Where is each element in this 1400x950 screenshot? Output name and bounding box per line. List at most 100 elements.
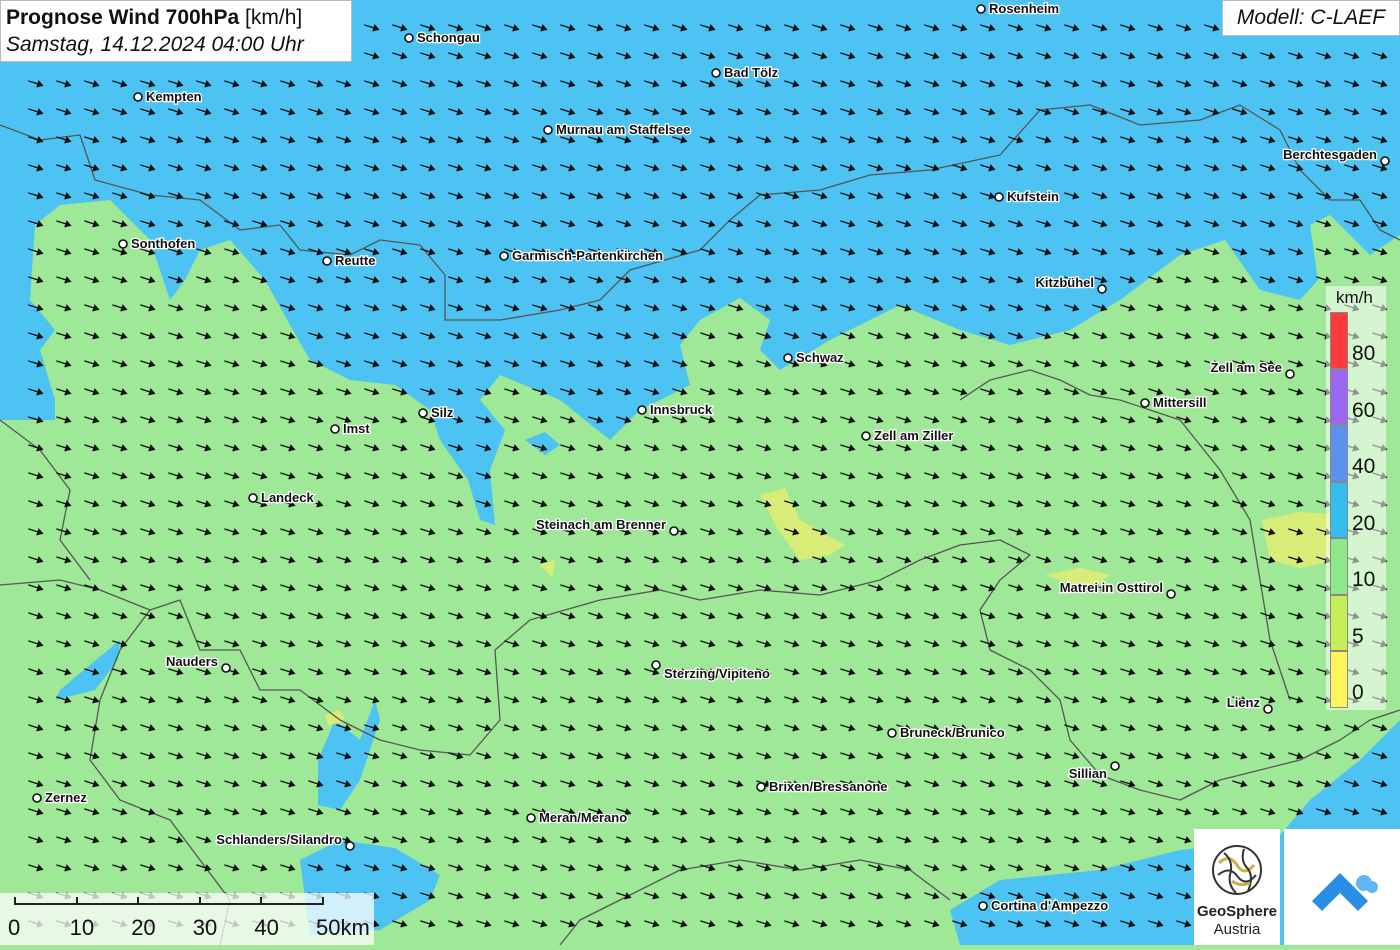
legend-swatch [1330,651,1348,708]
city-label: Garmisch-Partenkirchen [512,248,663,263]
city-label: Schongau [417,30,480,45]
city-dot [322,256,332,266]
geosphere-logo-line1: GeoSphere [1196,903,1278,920]
city-label: Murnau am Staffelsee [556,122,690,137]
city-dot [345,841,355,851]
geosphere-logo-line2: Austria [1213,921,1261,938]
legend-label: 40 [1352,455,1376,478]
city-dot [651,660,661,670]
scale-label: 50km [316,915,370,940]
city-label: Schlanders/Silandro [216,832,342,847]
city-dot [118,239,128,249]
scale-tick [14,897,16,905]
forecast-datetime: Samstag, 14.12.2024 04:00 Uhr [6,33,304,56]
city-label: Rosenheim [989,1,1059,16]
city-dot [887,728,897,738]
city-marker[interactable]: Cortina d'Ampezzo [978,897,1110,914]
city-dot [669,526,679,536]
city-dot [1285,369,1295,379]
city-dot [637,405,647,415]
scale-label: 0 [8,915,21,940]
city-marker[interactable]: Brixen/Bressanone [756,778,889,795]
city-dot [543,125,553,135]
city-marker[interactable]: Rosenheim [976,0,1060,17]
legend-swatch [1330,368,1348,425]
scale-label: 20 [131,915,156,940]
legend-label: 5 [1352,624,1364,648]
city-label: Steinach am Brenner [536,517,666,532]
city-label: Berchtesgaden [1283,147,1377,162]
city-label: Innsbruck [650,402,713,417]
city-label: Sonthofen [131,236,195,251]
city-label: Lienz [1227,695,1261,710]
city-marker[interactable]: Murnau am Staffelsee [543,121,692,138]
geosphere-austria-logo[interactable]: GeoSphere Austria [1194,829,1280,945]
city-dot [1380,156,1390,166]
city-label: Brixen/Bressanone [769,779,888,794]
scale-label: 30 [192,915,218,940]
legend-swatch [1330,594,1348,651]
city-dot [133,92,143,102]
city-marker[interactable]: Innsbruck [637,401,714,418]
geosphere-icon [1212,845,1262,895]
city-marker[interactable]: Schongau [404,29,481,46]
legend-color-bar [1330,312,1348,708]
city-dot [1097,284,1107,294]
city-dot [976,4,986,14]
map-title: Prognose Wind 700hPa [km/h] [6,4,346,31]
city-marker[interactable]: Meran/Merano [526,809,628,826]
legend-label: 0 [1352,681,1364,704]
city-label: Zell am Ziller [874,428,953,443]
city-label: Reutte [335,253,375,268]
weather-app-icon [1312,873,1378,911]
city-dot [861,431,871,441]
city-dot [978,901,988,911]
scale-tick [260,897,263,905]
city-dot [1140,398,1150,408]
scale-tick [75,897,78,905]
city-label: Zell am See [1210,360,1282,375]
scale-bar: 0 10 20 30 40 50km [0,893,374,945]
city-dot [32,793,42,803]
city-dot [499,251,509,261]
weather-app-logo[interactable] [1284,829,1400,945]
wind-map: Rosenheim Schongau Bad Tölz Kempten Murnau a… [0,0,1400,945]
legend-swatch [1330,538,1348,595]
city-dot [1263,704,1273,714]
legend-swatch [1330,481,1348,538]
color-legend: km/h 80 60 40 20 10 5 0 [1326,286,1386,710]
scale-tick [198,897,201,905]
map-title-box: Prognose Wind 700hPa [km/h] Samstag, 14.… [0,0,352,62]
legend-label: 60 [1352,398,1376,422]
city-marker[interactable]: Bruneck/Brunico [887,724,1006,741]
city-marker[interactable]: Sonthofen [118,235,197,252]
city-label: Nauders [166,654,218,669]
city-dot [330,424,340,434]
city-marker[interactable]: Garmisch-Partenkirchen [499,247,664,264]
city-label: Matrei in Osttirol [1060,580,1163,595]
city-label: Meran/Merano [539,810,627,825]
city-dot [404,33,414,43]
city-label: Kufstein [1007,189,1059,204]
city-dot [756,782,766,792]
scale-label: 40 [254,915,279,940]
city-dot [1166,589,1176,599]
scale-label: 10 [69,915,95,940]
city-label: Imst [343,421,370,436]
city-dot [1110,761,1120,771]
city-label: Silz [431,405,454,420]
scale-bar-line [14,903,322,905]
legend-unit: km/h [1336,288,1373,307]
city-dot [418,408,428,418]
legend-label: 10 [1352,568,1376,591]
scale-tick [322,897,324,905]
legend-swatch [1330,312,1348,369]
city-label: Kitzbühel [1036,275,1095,290]
city-dot [526,813,536,823]
city-dot [248,493,258,503]
city-label: Sillian [1069,766,1107,781]
city-marker[interactable]: Zell am Ziller [861,427,955,444]
legend-label: 20 [1352,511,1376,535]
city-dot [994,192,1004,202]
city-dot [783,353,793,363]
